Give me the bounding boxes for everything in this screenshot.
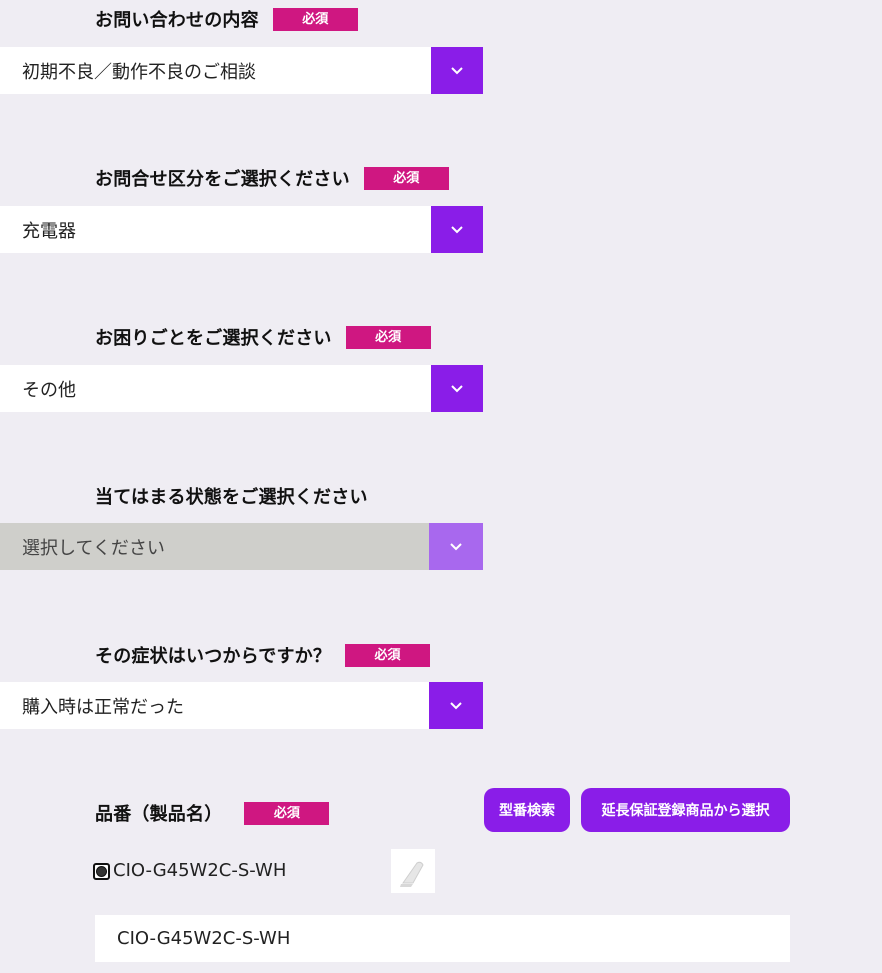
condition-value: 選択してください — [22, 537, 165, 559]
inquiry-category-field: お問合せ区分をご選択ください 必須 — [95, 165, 449, 191]
symptom-since-value: 購入時は正常だった — [22, 696, 184, 718]
charger-image-icon — [391, 849, 435, 893]
product-input[interactable]: CIO-G45W2C-S-WH — [95, 915, 790, 962]
radio-selected-dot — [96, 866, 107, 877]
required-badge: 必須 — [363, 166, 449, 190]
condition-label: 当てはまる状態をご選択ください — [95, 487, 368, 508]
required-badge: 必須 — [345, 643, 431, 667]
product-thumbnail — [391, 849, 435, 893]
trouble-field: お困りごとをご選択ください 必須 — [95, 324, 431, 350]
inquiry-category-value: 充電器 — [22, 220, 76, 242]
inquiry-content-value: 初期不良／動作不良のご相談 — [22, 61, 256, 83]
symptom-since-field: その症状はいつからですか？ 必須 — [95, 642, 431, 668]
product-option-radio[interactable] — [93, 863, 110, 880]
product-label: 品番（製品名） — [95, 804, 223, 825]
condition-select[interactable]: 選択してください — [0, 523, 483, 570]
required-badge: 必須 — [345, 325, 431, 349]
chevron-down-icon[interactable] — [431, 206, 483, 253]
warranty-product-select-button[interactable]: 延長保証登録商品から選択 — [581, 788, 790, 832]
symptom-since-label: その症状はいつからですか？ — [95, 646, 332, 667]
required-badge: 必須 — [272, 7, 358, 31]
inquiry-content-label: お問い合わせの内容 — [95, 10, 259, 31]
inquiry-content-field: お問い合わせの内容 必須 — [95, 6, 358, 32]
trouble-label: お困りごとをご選択ください — [95, 328, 332, 349]
chevron-down-icon[interactable] — [429, 682, 483, 729]
product-input-value: CIO-G45W2C-S-WH — [117, 928, 291, 949]
condition-field: 当てはまる状態をご選択ください — [95, 483, 368, 509]
inquiry-category-label: お問合せ区分をご選択ください — [95, 169, 350, 190]
chevron-down-icon[interactable] — [431, 47, 483, 94]
required-badge: 必須 — [244, 801, 330, 825]
trouble-select[interactable]: その他 — [0, 365, 483, 412]
model-search-button[interactable]: 型番検索 — [484, 788, 570, 832]
inquiry-category-select[interactable]: 充電器 — [0, 206, 483, 253]
symptom-since-select[interactable]: 購入時は正常だった — [0, 682, 483, 729]
trouble-value: その他 — [22, 379, 76, 401]
chevron-down-icon[interactable] — [431, 365, 483, 412]
chevron-down-icon[interactable] — [429, 523, 483, 570]
inquiry-content-select[interactable]: 初期不良／動作不良のご相談 — [0, 47, 483, 94]
product-option-label[interactable]: CIO-G45W2C-S-WH — [113, 860, 286, 881]
product-field: 品番（製品名） 必須 — [95, 800, 330, 826]
